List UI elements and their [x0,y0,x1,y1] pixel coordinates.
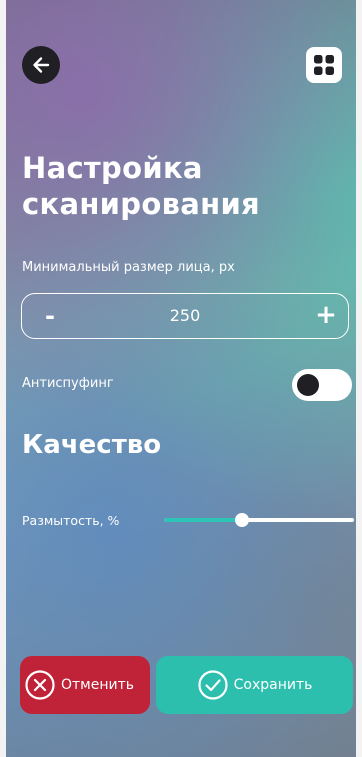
page-title: Настройка сканирования [22,151,260,221]
slider-fill [164,518,242,522]
save-label: Сохранить [233,677,313,693]
antispoofing-label: Антиспуфинг [22,376,114,391]
close-circle-icon [24,669,56,701]
decrement-button[interactable]: - [40,302,60,330]
face-size-value[interactable]: 250 [142,305,228,327]
save-button[interactable]: Сохранить [156,656,353,714]
menu-button[interactable] [306,47,342,83]
grid-icon [312,53,336,77]
settings-screen: Настройка сканирования Минимальный разме… [6,0,356,757]
check-circle-icon [197,669,229,701]
slider-thumb[interactable] [234,513,249,527]
quality-section-title: Качество [22,430,162,460]
toggle-knob [297,374,319,396]
cancel-button[interactable]: Отменить [20,656,150,714]
blur-label: Размытость, % [22,513,120,528]
blur-slider[interactable] [164,508,354,532]
face-size-stepper: - 250 + [21,293,349,339]
back-button[interactable] [22,46,60,84]
arrow-left-icon [31,55,51,75]
cancel-label: Отменить [61,677,135,693]
increment-button[interactable]: + [314,300,338,330]
face-size-label: Минимальный размер лица, px [22,260,235,275]
antispoofing-toggle[interactable] [292,369,352,401]
